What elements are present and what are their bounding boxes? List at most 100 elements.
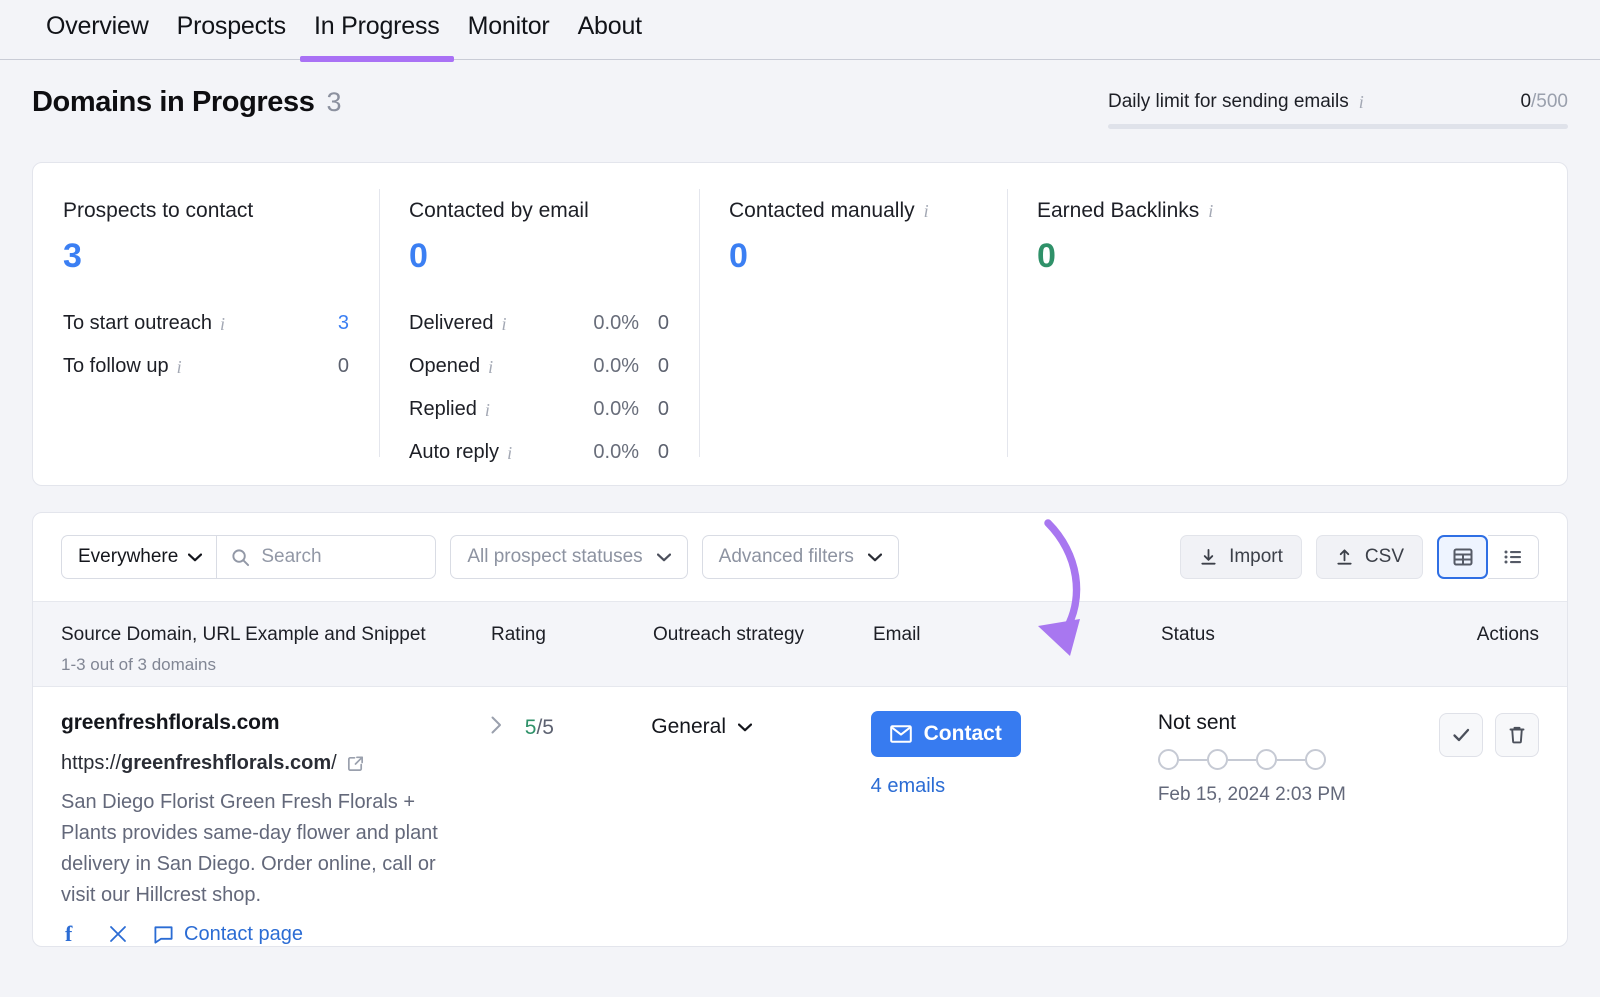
search-box[interactable]: Search [216,535,436,579]
info-icon-to-start-outreach[interactable]: i [220,315,225,333]
substat-opened: Openedi 0.0% 0 [409,345,669,388]
tab-monitor[interactable]: Monitor [454,0,564,61]
info-icon-delivered[interactable]: i [501,315,506,333]
view-toggle-list[interactable] [1488,535,1539,579]
table-toolbar: Everywhere Search All prospect statuses … [33,513,1567,601]
stat-label: Earned Backlinks i [1037,199,1537,223]
domain-name[interactable]: greenfreshflorals.com [61,711,490,735]
info-icon-replied[interactable]: i [485,401,490,419]
outreach-strategy-label: General [651,715,726,739]
cell-email: Contact 4 emails [871,711,1158,798]
chevron-down-icon [868,553,882,562]
stat-label-text: Contacted by email [409,199,589,223]
substat-label: Replied [409,398,477,421]
column-header-strategy: Outreach strategy [653,624,873,646]
chevron-down-icon [188,553,202,562]
status-step-connector [1228,759,1256,761]
x-twitter-icon[interactable] [107,923,129,945]
csv-export-button[interactable]: CSV [1316,535,1423,579]
substat-label: Opened [409,355,480,378]
status-step-dot [1305,749,1326,770]
stat-earned-backlinks: Earned Backlinks i 0 [1007,199,1567,451]
view-toggle-table[interactable] [1437,535,1488,579]
substat-delivered: Deliveredi 0.0% 0 [409,302,669,345]
mark-done-button[interactable] [1439,713,1483,757]
domains-table-card: Everywhere Search All prospect statuses … [32,512,1568,947]
import-label: Import [1229,546,1283,568]
tab-overview[interactable]: Overview [32,0,163,61]
chevron-right-icon [490,715,503,735]
substat-label: Delivered [409,312,493,335]
page-title-text: Domains in Progress [32,86,315,119]
substat-value: 0 [319,355,349,378]
tab-about[interactable]: About [564,0,656,61]
chevron-down-icon [738,723,752,732]
info-icon-daily-limit[interactable]: i [1359,93,1364,111]
info-icon-to-follow-up[interactable]: i [177,358,182,376]
list-view-icon [1502,546,1524,568]
status-step-connector [1179,759,1207,761]
table-view-icon [1452,546,1474,568]
tab-in-progress[interactable]: In Progress [300,0,454,61]
status-step-dot [1256,749,1277,770]
csv-label: CSV [1365,546,1404,568]
scope-dropdown[interactable]: Everywhere [61,535,216,579]
stat-label-text: Prospects to contact [63,199,253,223]
domain-url-text: https://greenfreshflorals.com/ [61,752,337,775]
status-step-dot [1158,749,1179,770]
stat-value: 0 [1037,237,1537,276]
info-icon-auto-reply[interactable]: i [507,444,512,462]
scope-dropdown-label: Everywhere [78,546,178,568]
status-timestamp: Feb 15, 2024 2:03 PM [1158,784,1439,806]
trash-icon [1506,724,1528,746]
stat-value: 0 [409,237,669,276]
contact-button[interactable]: Contact [871,711,1021,757]
substat-label: To start outreach [63,312,212,335]
substat-value: 0 [639,312,669,335]
tab-prospects[interactable]: Prospects [163,0,300,61]
domain-social-links: f Contact page [61,922,490,946]
substat-label: Auto reply [409,441,499,464]
svg-text:f: f [65,922,73,946]
column-header-domain-label: Source Domain, URL Example and Snippet [61,624,426,645]
external-link-icon[interactable] [346,754,365,773]
import-button[interactable]: Import [1180,535,1302,579]
expand-row-chevron-icon[interactable] [490,715,503,741]
prospect-status-filter[interactable]: All prospect statuses [450,535,687,579]
domain-snippet: San Diego Florist Green Fresh Florals + … [61,787,461,911]
facebook-icon[interactable]: f [61,922,83,946]
contact-page-label: Contact page [184,923,303,946]
substat-value: 0 [639,441,669,464]
stat-contacted-manually: Contacted manually i 0 [699,199,1007,451]
daily-limit-progressbar [1108,124,1568,129]
outreach-strategy-dropdown[interactable]: General [651,711,870,739]
domain-url[interactable]: https://greenfreshflorals.com/ [61,752,490,775]
stat-value: 3 [63,237,349,276]
column-header-status: Status [1161,624,1443,646]
substat-percent: 0.0% [561,398,639,421]
contact-page-link[interactable]: Contact page [153,923,303,946]
stat-label-text: Earned Backlinks [1037,199,1199,223]
search-input[interactable]: Search [261,546,321,568]
message-icon [153,924,174,945]
emails-count-link[interactable]: 4 emails [871,775,945,798]
table-header-row: Source Domain, URL Example and Snippet 1… [33,601,1567,687]
cell-domain: greenfreshflorals.com https://greenfresh… [61,711,490,946]
substat-to-start-outreach: To start outreachi 3 [63,302,349,345]
daily-limit-value: 0/500 [1520,91,1568,113]
advanced-filters-button[interactable]: Advanced filters [702,535,899,579]
info-icon-earned-backlinks[interactable]: i [1208,202,1213,220]
download-icon [1199,548,1218,567]
info-icon-opened[interactable]: i [488,358,493,376]
info-icon-contacted-manually[interactable]: i [924,202,929,220]
page-title-count: 3 [327,87,342,118]
stat-label: Prospects to contact [63,199,349,223]
delete-button[interactable] [1495,713,1539,757]
cell-rating: 5/5 [490,711,652,741]
upload-icon [1335,548,1354,567]
stat-contacted-by-email: Contacted by email 0 Delivered i 0.0% 0 O… [379,199,699,451]
column-header-domain: Source Domain, URL Example and Snippet 1… [61,624,491,675]
substat-replied: Repliedi 0.0% 0 [409,388,669,431]
search-icon [231,548,250,567]
substat-auto-reply: Auto replyi 0.0% 0 [409,431,669,474]
